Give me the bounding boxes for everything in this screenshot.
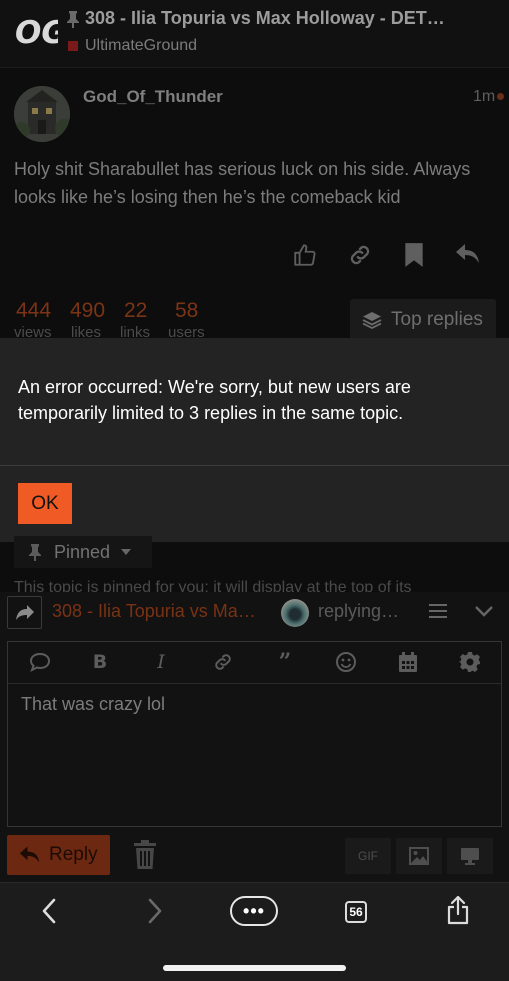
back-icon[interactable] <box>40 897 60 930</box>
composer-topic-link[interactable]: 308 - Ilia Topuria vs Ma… <box>52 601 256 622</box>
replying-user-avatar <box>281 599 309 627</box>
bold-icon[interactable]: B <box>87 649 113 675</box>
replying-status: replying… <box>318 601 400 621</box>
share-reply-icon <box>15 604 34 620</box>
tabs-button[interactable]: 56 <box>345 901 367 923</box>
layers-icon <box>362 312 382 330</box>
quote-icon[interactable] <box>27 649 53 675</box>
error-message: An error occurred: We're sorry, but new … <box>18 377 411 423</box>
trash-icon[interactable] <box>133 840 157 875</box>
italic-icon[interactable]: I <box>148 649 174 675</box>
editor-toolbar <box>8 642 501 684</box>
home-indicator[interactable] <box>163 965 346 971</box>
logo-text: OG <box>15 15 58 50</box>
reply-button[interactable]: Reply <box>7 835 110 875</box>
link-icon[interactable] <box>210 649 236 675</box>
reply-icon[interactable] <box>455 242 481 271</box>
settings-gear-icon[interactable] <box>457 649 483 675</box>
menu-icon[interactable] <box>428 602 448 625</box>
likes-count: 490 <box>70 299 106 322</box>
desktop-icon[interactable] <box>447 838 493 874</box>
author-avatar[interactable] <box>14 86 70 142</box>
emoji-icon[interactable] <box>333 649 359 675</box>
like-icon[interactable] <box>292 242 318 273</box>
calendar-icon[interactable] <box>395 649 421 675</box>
post-author[interactable]: God_Of_Thunder <box>83 87 223 107</box>
dialog-divider <box>0 465 509 466</box>
error-dialog <box>0 338 509 542</box>
unread-indicator <box>497 93 504 100</box>
site-logo[interactable]: OG <box>12 10 67 51</box>
link-icon[interactable] <box>347 242 373 273</box>
links-count[interactable]: 22 <box>124 299 147 323</box>
pin-icon <box>66 10 80 32</box>
more-options-button[interactable]: ••• <box>230 896 278 926</box>
category-color-badge <box>68 41 78 51</box>
top-replies-button[interactable]: Top replies <box>350 299 496 341</box>
image-icon[interactable] <box>396 838 442 874</box>
category-link[interactable]: UltimateGround <box>85 37 197 55</box>
pinned-button[interactable]: Pinned <box>14 536 152 568</box>
pinned-label: Pinned <box>54 541 111 562</box>
forward-icon[interactable] <box>144 897 164 930</box>
post-time[interactable]: 1m <box>473 88 495 106</box>
composer-action-button[interactable] <box>7 596 42 629</box>
topic-title[interactable]: 308 - Ilia Topuria vs Max Holloway - DET… <box>85 8 445 29</box>
top-replies-label: Top replies <box>391 309 483 330</box>
chevron-down-icon[interactable] <box>474 602 494 625</box>
blockquote-icon[interactable]: ” <box>272 649 298 675</box>
reply-icon <box>19 846 40 863</box>
bookmark-icon[interactable] <box>403 242 425 273</box>
share-icon[interactable] <box>446 895 470 930</box>
reply-text[interactable]: That was crazy lol <box>21 694 165 715</box>
views-count: 444 <box>16 299 52 322</box>
post-body: Holy shit Sharabullet has serious luck o… <box>14 159 471 207</box>
users-count: 58 <box>175 299 199 322</box>
gif-button[interactable]: GIF <box>345 838 391 874</box>
caret-down-icon <box>121 549 132 555</box>
reply-button-label: Reply <box>49 844 98 865</box>
ok-button[interactable]: OK <box>18 483 72 524</box>
pin-icon <box>29 544 41 561</box>
